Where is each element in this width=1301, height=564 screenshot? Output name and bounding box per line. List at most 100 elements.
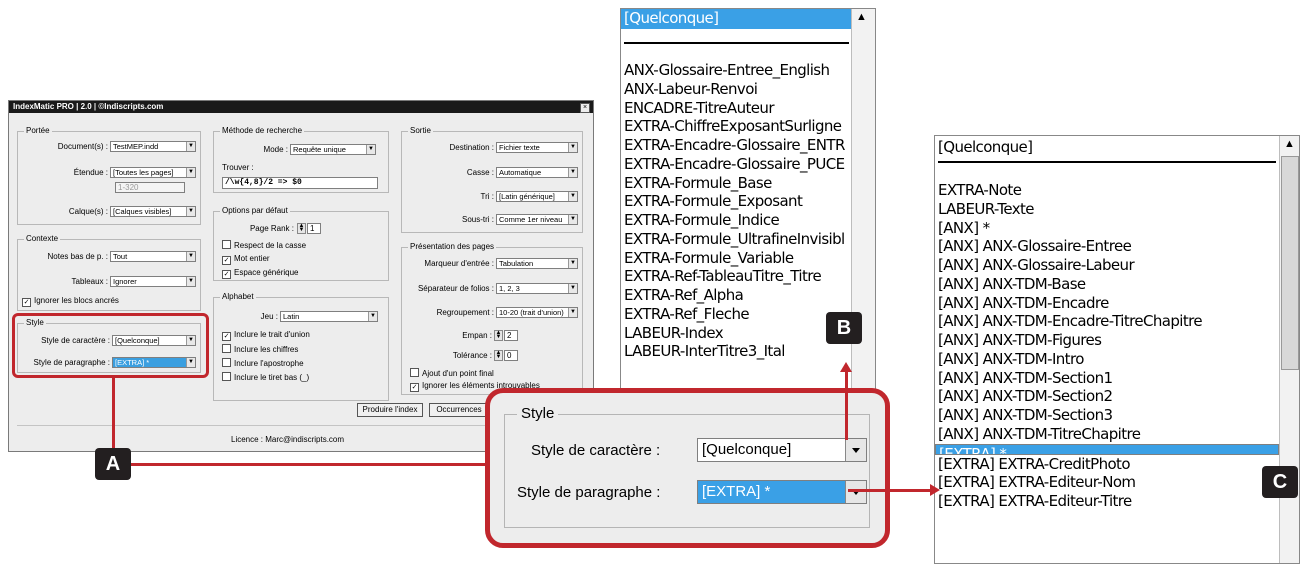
check-icon: ✓ xyxy=(410,383,419,392)
jeu-select[interactable]: Latin ▼ xyxy=(280,311,378,322)
chevron-down-icon: ▼ xyxy=(186,142,195,151)
arrow-right-icon xyxy=(930,484,940,496)
chevron-down-icon: ▼ xyxy=(568,192,577,201)
ignorer-blocs-checkbox[interactable]: ✓ Ignorer les blocs ancrés xyxy=(22,296,119,307)
check-icon: ✓ xyxy=(222,256,231,265)
tiret-checkbox[interactable]: Inclure le tiret bas (_) xyxy=(222,372,309,382)
separateur-select[interactable]: 1, 2, 3 ▼ xyxy=(496,283,578,294)
callout-line-c xyxy=(848,489,932,492)
list-b-items: ANX-Glossaire-Entree_English ANX-Labeur-R… xyxy=(621,61,851,361)
checkbox-box xyxy=(222,344,231,353)
jeu-label: Jeu : xyxy=(260,312,278,321)
apostrophe-checkbox[interactable]: Inclure l'apostrophe xyxy=(222,358,304,368)
list-item-selected[interactable]: [EXTRA] * xyxy=(935,443,1279,455)
zoom-caractere-select[interactable]: [Quelconque] xyxy=(697,438,867,462)
produire-index-button[interactable]: Produire l'index xyxy=(357,403,423,417)
group-sortie-title: Sortie xyxy=(408,126,433,135)
chevron-down-icon: ▼ xyxy=(186,252,195,261)
list-b-header[interactable]: [Quelconque] xyxy=(621,9,854,28)
list-item[interactable]: LABEUR-Texte xyxy=(935,200,1279,219)
list-item[interactable]: EXTRA-Formule_Base xyxy=(621,174,851,193)
list-item[interactable]: EXTRA-Formule_Indice xyxy=(621,211,851,230)
range-field[interactable]: 1-320 xyxy=(115,182,185,193)
list-item[interactable]: [ANX] ANX-TDM-Figures xyxy=(935,331,1279,350)
notes-select[interactable]: Tout ▼ xyxy=(110,251,196,262)
list-item[interactable]: [EXTRA] EXTRA-Editeur-Titre xyxy=(935,492,1279,511)
mot-entier-checkbox[interactable]: ✓ Mot entier xyxy=(222,254,270,265)
tableaux-select[interactable]: Ignorer ▼ xyxy=(110,276,196,287)
document-label: Document(s) : xyxy=(57,142,108,151)
list-item[interactable]: [ANX] ANX-TDM-Encadre xyxy=(935,294,1279,313)
espace-checkbox[interactable]: ✓ Espace générique xyxy=(222,268,299,279)
list-item[interactable]: [EXTRA] EXTRA-Editeur-Nom xyxy=(935,473,1279,492)
list-item[interactable]: EXTRA-Encadre-Glossaire_PUCE xyxy=(621,155,851,174)
calque-select[interactable]: [Calques visibles] ▼ xyxy=(110,206,196,217)
list-c-items: EXTRA-Note LABEUR-Texte [ANX] * [ANX] ANX-G… xyxy=(935,181,1279,511)
list-item[interactable]: LABEUR-InterTitre3_Ital xyxy=(621,342,851,361)
list-item[interactable]: ANX-Labeur-Renvoi xyxy=(621,80,851,99)
chiffres-checkbox[interactable]: Inclure les chiffres xyxy=(222,344,298,354)
destination-select[interactable]: Fichier texte ▼ xyxy=(496,142,578,153)
regroupement-select[interactable]: 10-20 (trait d'union) ▼ xyxy=(496,307,578,318)
list-item[interactable]: [ANX] ANX-TDM-Section2 xyxy=(935,387,1279,406)
list-b-divider xyxy=(624,42,849,44)
list-item[interactable]: EXTRA-Formule_UltrafineInvisibl xyxy=(621,230,851,249)
list-item[interactable]: EXTRA-Ref_Fleche xyxy=(621,305,851,324)
zoom-paragraphe-select[interactable]: [EXTRA] * xyxy=(697,480,867,504)
mode-select[interactable]: Requête unique ▼ xyxy=(290,144,376,155)
scroll-up-icon[interactable]: ▲ xyxy=(856,11,867,23)
list-item[interactable]: EXTRA-Ref-TableauTitre_Titre xyxy=(621,267,851,286)
list-item[interactable]: [ANX] ANX-TDM-Encadre-TitreChapitre xyxy=(935,312,1279,331)
rank-field[interactable]: 1 xyxy=(307,223,321,234)
rank-stepper[interactable]: ▲ ▼ xyxy=(297,223,306,234)
zoomed-style-panel: Style Style de caractère : [Quelconque] … xyxy=(485,388,890,548)
list-item[interactable]: [ANX] ANX-Glossaire-Labeur xyxy=(935,256,1279,275)
casse-checkbox[interactable]: Respect de la casse xyxy=(222,240,306,250)
list-item[interactable]: [ANX] ANX-TDM-Section3 xyxy=(935,406,1279,425)
list-item[interactable]: [ANX] ANX-TDM-Intro xyxy=(935,350,1279,369)
arrow-up-icon xyxy=(840,362,852,372)
separateur-label: Séparateur de folios : xyxy=(417,284,494,293)
soustri-select[interactable]: Comme 1er niveau ▼ xyxy=(496,214,578,225)
trouver-field[interactable]: /\w{4,8}/2 => $0 xyxy=(222,177,378,189)
list-c-header[interactable]: [Quelconque] xyxy=(935,138,1033,157)
list-item[interactable]: ANX-Glossaire-Entree_English xyxy=(621,61,851,80)
document-select[interactable]: TestMEP.indd ▼ xyxy=(110,141,196,152)
marqueur-select[interactable]: Tabulation ▼ xyxy=(496,258,578,269)
etendue-select[interactable]: [Toutes les pages] ▼ xyxy=(110,167,196,178)
list-item[interactable]: ENCADRE-TitreAuteur xyxy=(621,99,851,118)
empan-stepper[interactable]: ▲ ▼ xyxy=(494,330,503,341)
tolerance-label: Tolérance : xyxy=(452,351,492,360)
list-item[interactable]: EXTRA-Ref_Alpha xyxy=(621,286,851,305)
list-item[interactable]: LABEUR-Index xyxy=(621,324,851,343)
tri-select[interactable]: [Latin générique] ▼ xyxy=(496,191,578,202)
ajout-point-checkbox[interactable]: Ajout d'un point final xyxy=(410,368,494,378)
list-item[interactable]: EXTRA-Note xyxy=(935,181,1279,200)
group-portee-title: Portée xyxy=(24,126,52,135)
occurrences-button[interactable]: Occurrences xyxy=(429,403,489,417)
chevron-down-icon: ▼ xyxy=(568,284,577,293)
list-item[interactable]: [ANX] * xyxy=(935,219,1279,238)
list-item[interactable]: EXTRA-ChiffreExposantSurligne xyxy=(621,117,851,136)
list-item[interactable]: [ANX] ANX-TDM-Section1 xyxy=(935,369,1279,388)
list-item[interactable]: [ANX] ANX-TDM-TitreChapitre xyxy=(935,425,1279,444)
tolerance-stepper[interactable]: ▲ ▼ xyxy=(494,350,503,361)
list-item[interactable]: EXTRA-Formule_Exposant xyxy=(621,192,851,211)
list-item[interactable]: [ANX] ANX-TDM-Base xyxy=(935,275,1279,294)
badge-b: B xyxy=(826,312,862,344)
tolerance-field[interactable]: 0 xyxy=(504,350,518,361)
marqueur-label: Marqueur d'entrée : xyxy=(424,259,494,268)
empan-field[interactable]: 2 xyxy=(504,330,518,341)
list-item[interactable]: [EXTRA] EXTRA-CreditPhoto xyxy=(935,455,1279,474)
scroll-up-icon[interactable]: ▲ xyxy=(1284,138,1295,150)
list-c-scroll-thumb[interactable] xyxy=(1281,156,1299,370)
group-options: Options par défaut Page Rank : ▲ ▼ 1 Resp… xyxy=(213,206,389,281)
list-item[interactable]: EXTRA-Encadre-Glossaire_ENTR xyxy=(621,136,851,155)
checkbox-box xyxy=(222,358,231,367)
casse-select[interactable]: Automatique ▼ xyxy=(496,167,578,178)
close-icon[interactable]: × xyxy=(580,103,590,113)
chevron-down-icon xyxy=(845,481,866,503)
list-item[interactable]: [ANX] ANX-Glossaire-Entree xyxy=(935,237,1279,256)
list-item[interactable]: EXTRA-Formule_Variable xyxy=(621,249,851,268)
trait-union-checkbox[interactable]: ✓ Inclure le trait d'union xyxy=(222,330,310,341)
